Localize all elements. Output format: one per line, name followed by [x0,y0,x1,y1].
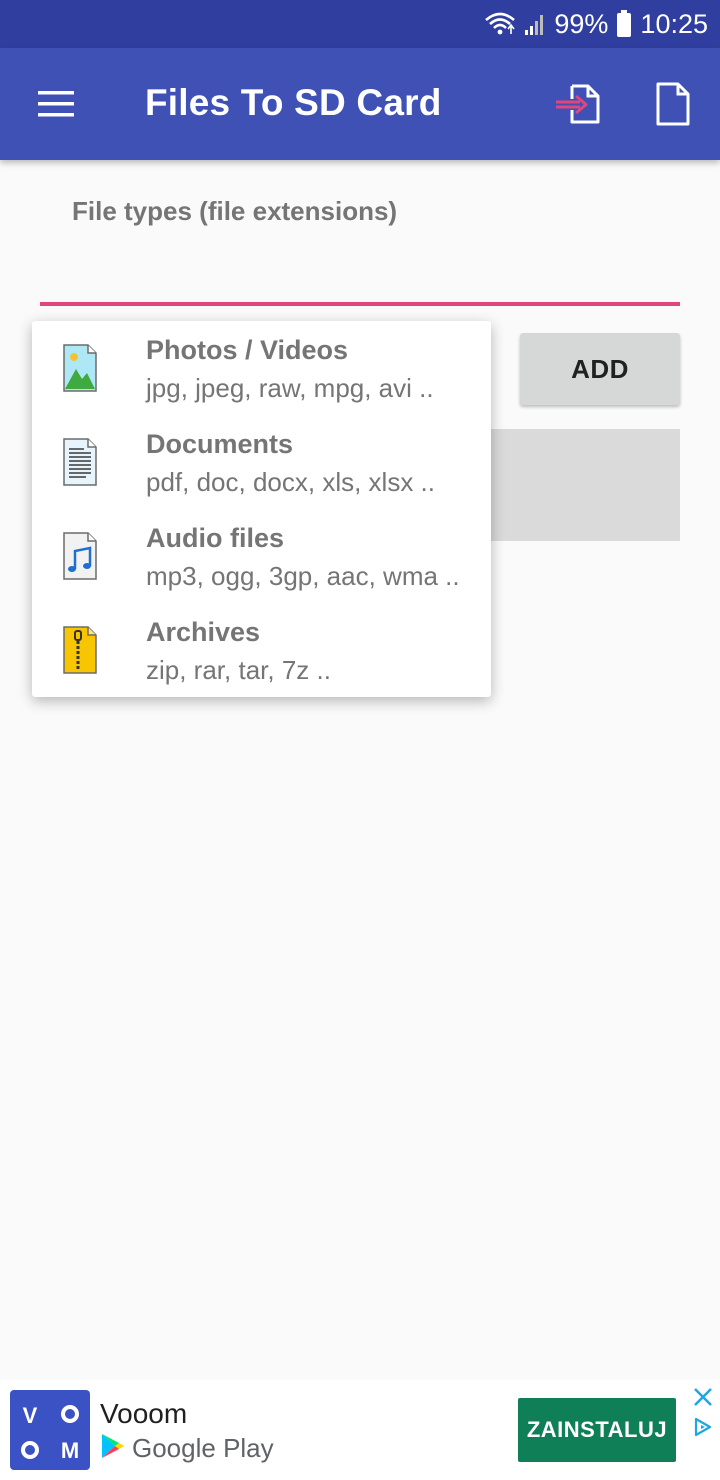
archive-file-icon [60,625,100,675]
dropdown-item-title: Documents [146,429,294,459]
file-icon[interactable] [650,78,694,130]
dropdown-item-title: Audio files [146,523,285,553]
battery-percent: 99% [554,8,609,39]
wifi-icon [484,11,516,37]
status-icons: 99% 10:25 [484,0,708,48]
app-bar: Files To SD Card [0,48,720,160]
add-button[interactable]: ADD [520,333,680,405]
google-play-badge[interactable]: Google Play [100,1432,274,1465]
file-types-input[interactable] [40,240,684,302]
move-to-sd-icon[interactable] [552,78,604,130]
app-logo[interactable]: V M [10,1390,90,1470]
dropdown-item-subtitle: mp3, ogg, 3gp, aac, wma .. [146,561,460,591]
audio-file-icon [60,531,100,581]
ad-app-name[interactable]: Vooom [100,1398,187,1430]
dropdown-item-photos-videos[interactable]: Photos / Videos jpg, jpeg, raw, mpg, avi… [32,321,491,415]
dropdown-item-documents[interactable]: Documents pdf, doc, docx, xls, xlsx .. [32,415,491,509]
menu-icon[interactable] [30,82,82,126]
dropdown-item-title: Archives [146,617,261,647]
dropdown-item-subtitle: zip, rar, tar, 7z .. [146,655,331,685]
document-file-icon [60,437,100,487]
svg-text:M: M [61,1438,79,1463]
input-underline [40,302,680,306]
image-file-icon [60,343,100,393]
google-play-label: Google Play [132,1433,274,1463]
close-ad-icon[interactable] [692,1386,714,1408]
dropdown-item-subtitle: jpg, jpeg, raw, mpg, avi .. [146,373,434,403]
battery-icon [616,10,632,38]
ad-choices-icon[interactable] [692,1416,714,1438]
clock: 10:25 [640,8,708,39]
dropdown-item-archives[interactable]: Archives zip, rar, tar, 7z .. [32,603,491,697]
google-play-icon [100,1432,126,1465]
install-button[interactable]: ZAINSTALUJ [518,1398,676,1462]
dropdown-item-title: Photos / Videos [146,335,349,365]
svg-text:V: V [23,1403,38,1428]
app-title: Files To SD Card [145,82,442,123]
file-types-label: File types (file extensions) [72,196,398,226]
file-type-dropdown: Photos / Videos jpg, jpeg, raw, mpg, avi… [32,321,491,697]
dropdown-item-subtitle: pdf, doc, docx, xls, xlsx .. [146,467,435,497]
signal-icon [524,12,546,36]
ad-banner[interactable]: V M Vooom Google Play ZAINSTALUJ [0,1380,720,1480]
status-bar: 99% 10:25 [0,0,720,48]
dropdown-item-audio[interactable]: Audio files mp3, ogg, 3gp, aac, wma .. [32,509,491,603]
